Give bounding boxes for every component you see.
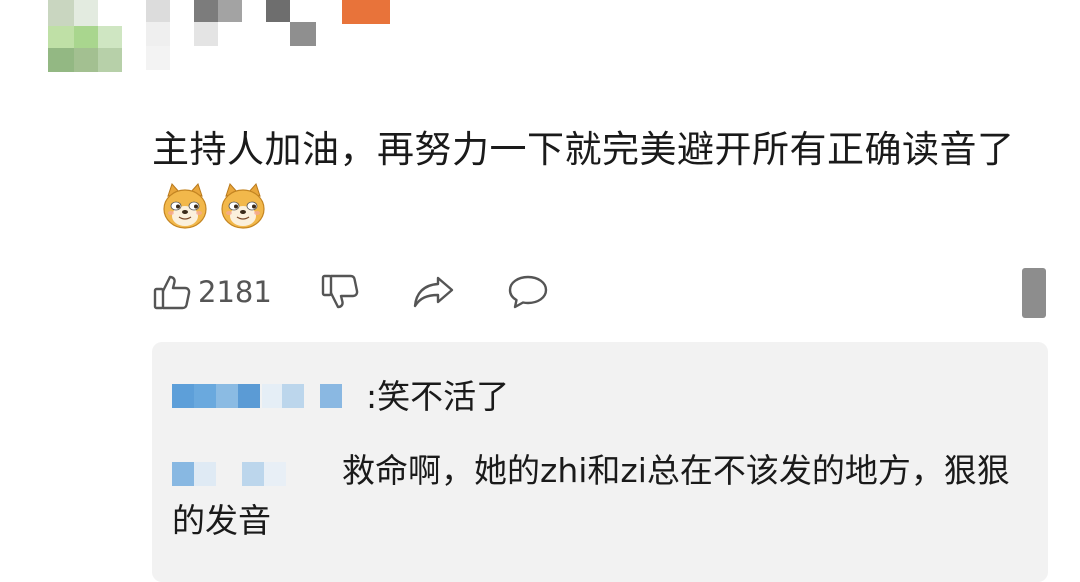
comment-actions: 2181	[152, 266, 1012, 318]
reply-item: :笑不活了	[172, 372, 1032, 422]
doge-icon	[218, 182, 268, 232]
reply-button[interactable]	[506, 266, 550, 318]
share-icon	[412, 272, 456, 312]
doge-icon	[160, 182, 210, 232]
thumbs-down-icon	[320, 272, 360, 312]
badge	[342, 0, 390, 24]
like-count: 2181	[198, 275, 272, 309]
comment-header	[0, 0, 1080, 80]
reply-username[interactable]	[172, 383, 350, 414]
username[interactable]	[146, 0, 326, 72]
dislike-button[interactable]	[320, 266, 360, 318]
reply-item: 救命啊，她的zhi和zi总在不该发的地方，狠狠的发音	[172, 446, 1012, 546]
reply-text: :笑不活了	[366, 377, 510, 416]
like-button[interactable]: 2181	[152, 266, 272, 318]
avatar[interactable]	[48, 0, 122, 72]
replies-panel: :笑不活了 救命啊，她的zhi和zi总在不该发的地方，狠狠的发音	[152, 342, 1048, 582]
share-button[interactable]	[412, 266, 456, 318]
comment-body: 主持人加油，再努力一下就完美避开所有正确读音了	[152, 120, 1032, 240]
scrollbar[interactable]	[1022, 268, 1046, 318]
reply-username[interactable]	[172, 458, 330, 488]
comment-text: 主持人加油，再努力一下就完美避开所有正确读音了	[152, 128, 1015, 171]
thumbs-up-icon	[152, 272, 192, 312]
comment-bubble-icon	[506, 272, 550, 312]
